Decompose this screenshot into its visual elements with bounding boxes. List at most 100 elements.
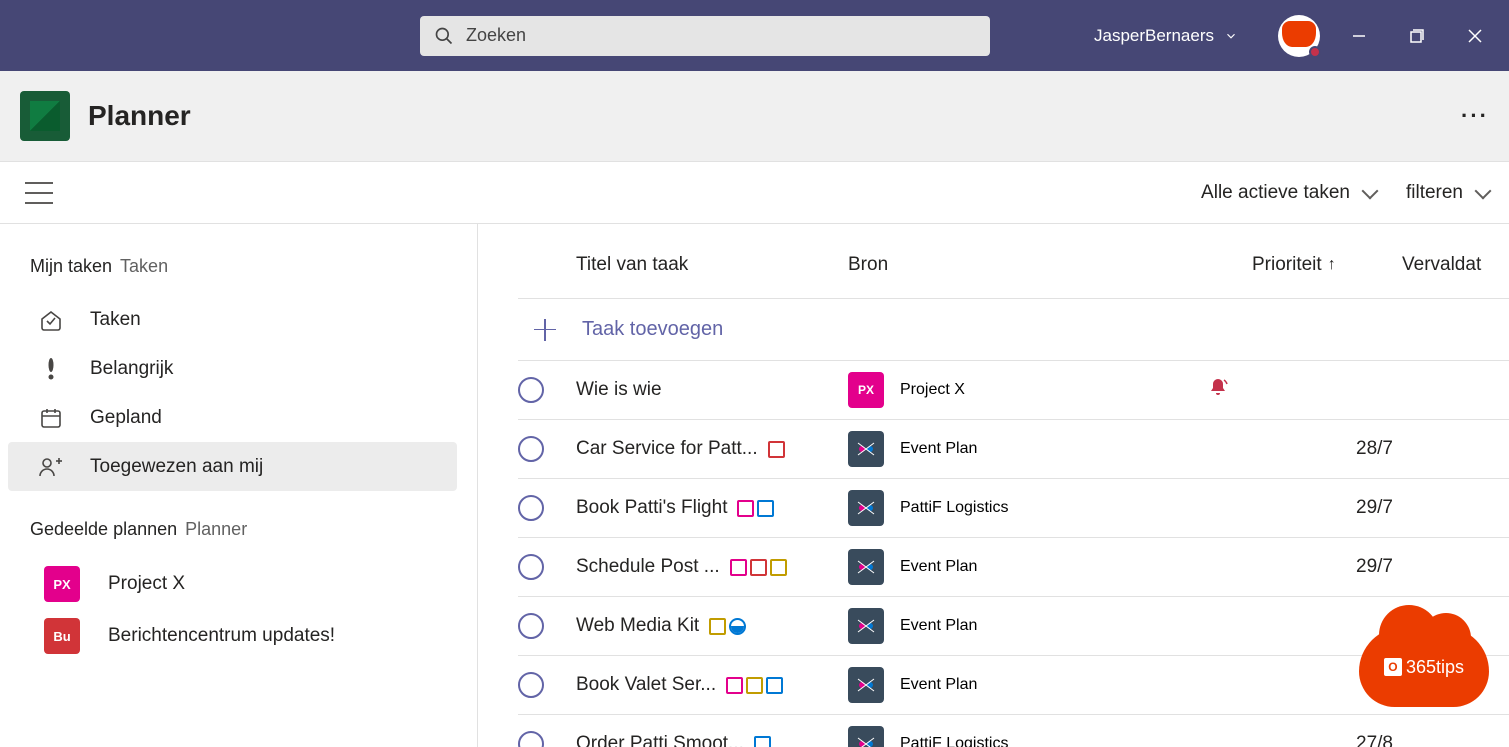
- sidebar-item-belangrijk[interactable]: Belangrijk: [8, 344, 457, 393]
- task-checkbox[interactable]: [518, 377, 544, 403]
- sidebar-item-label: Toegewezen aan mij: [90, 456, 263, 478]
- important-icon: [38, 356, 64, 382]
- app-header: Planner ···: [0, 71, 1509, 162]
- source-badge: [848, 726, 884, 747]
- task-due: 29/7: [1356, 497, 1393, 519]
- task-checkbox[interactable]: [518, 731, 544, 747]
- sort-ascending-icon: ↑: [1328, 256, 1336, 274]
- task-due: 27/8: [1356, 733, 1393, 747]
- table-row[interactable]: Order Patti Smoot... PattiF Logistics 27…: [518, 715, 1509, 747]
- task-checkbox[interactable]: [518, 554, 544, 580]
- task-source: Event Plan: [848, 549, 1206, 585]
- presence-badge: [1309, 46, 1321, 58]
- hamburger-button[interactable]: [25, 182, 53, 204]
- plus-icon: [534, 319, 556, 341]
- avatar[interactable]: [1278, 15, 1320, 57]
- user-menu[interactable]: JasperBernaers: [1094, 15, 1320, 57]
- source-badge: [848, 431, 884, 467]
- app-title: Planner: [88, 100, 191, 132]
- task-due: 29/7: [1356, 556, 1393, 578]
- task-checkbox[interactable]: [518, 672, 544, 698]
- source-badge: [848, 490, 884, 526]
- task-due: 28/7: [1356, 438, 1393, 460]
- title-bar: JasperBernaers: [0, 0, 1509, 71]
- source-badge: [848, 608, 884, 644]
- toolbar: Alle actieve taken filteren: [0, 162, 1509, 224]
- table-row[interactable]: Schedule Post ... Event Plan 29/7: [518, 538, 1509, 597]
- table-header: Titel van taak Bron Prioriteit↑ Vervalda…: [518, 254, 1509, 299]
- sidebar-plan-item[interactable]: BuBerichtencentrum updates!: [8, 610, 457, 662]
- task-checkbox[interactable]: [518, 495, 544, 521]
- task-source: PXProject X: [848, 372, 1206, 408]
- sidebar-item-toegewezen[interactable]: Toegewezen aan mij: [8, 442, 457, 491]
- add-task-label: Taak toevoegen: [582, 318, 723, 341]
- task-priority: [1206, 376, 1356, 405]
- search-input[interactable]: [466, 25, 976, 46]
- add-task-row[interactable]: Taak toevoegen: [518, 299, 1509, 361]
- table-row[interactable]: Web Media Kit Event Plan: [518, 597, 1509, 656]
- task-title: Order Patti Smoot...: [576, 733, 848, 747]
- sidebar-item-taken[interactable]: Taken: [8, 295, 457, 344]
- task-title: Car Service for Patt...: [576, 438, 848, 460]
- table-row[interactable]: Book Valet Ser... Event Plan: [518, 656, 1509, 715]
- close-button[interactable]: [1461, 22, 1489, 50]
- plan-badge: PX: [44, 566, 80, 602]
- col-due[interactable]: Vervaldat: [1402, 254, 1481, 276]
- category-tag: [746, 677, 763, 694]
- category-tag: [750, 559, 767, 576]
- task-title: Web Media Kit: [576, 615, 848, 637]
- more-button[interactable]: ···: [1461, 103, 1489, 129]
- assigned-icon: [38, 454, 64, 480]
- category-tag: [730, 559, 747, 576]
- category-tag: [709, 618, 726, 635]
- sidebar-item-label: Belangrijk: [90, 358, 173, 380]
- task-list: Titel van taak Bron Prioriteit↑ Vervalda…: [478, 224, 1509, 747]
- category-tag: [737, 500, 754, 517]
- task-source: PattiF Logistics: [848, 726, 1206, 747]
- task-source: PattiF Logistics: [848, 490, 1206, 526]
- calendar-icon: [38, 405, 64, 431]
- task-title: Book Patti's Flight: [576, 497, 848, 519]
- chevron-down-icon: [1224, 29, 1238, 43]
- task-checkbox[interactable]: [518, 436, 544, 462]
- plan-label: Project X: [108, 573, 185, 595]
- sidebar-section-shared: Gedeelde plannenPlanner: [30, 519, 457, 540]
- table-row[interactable]: Car Service for Patt... Event Plan 28/7: [518, 420, 1509, 479]
- filter-menu[interactable]: filteren: [1406, 182, 1489, 204]
- source-badge: [848, 549, 884, 585]
- task-source: Event Plan: [848, 431, 1206, 467]
- table-row[interactable]: Book Patti's Flight PattiF Logistics 29/…: [518, 479, 1509, 538]
- maximize-button[interactable]: [1403, 22, 1431, 50]
- category-tag: [726, 677, 743, 694]
- window-controls: [1345, 22, 1489, 50]
- sidebar-plan-item[interactable]: PX Project X: [8, 558, 457, 610]
- source-badge: PX: [848, 372, 884, 408]
- chevron-down-icon: [1475, 182, 1492, 199]
- sidebar: Mijn takenTaken Taken Belangrijk Gepland…: [0, 224, 478, 747]
- active-tasks-filter[interactable]: Alle actieve taken: [1201, 182, 1376, 204]
- task-source: Event Plan: [848, 667, 1206, 703]
- col-title[interactable]: Titel van taak: [576, 254, 848, 276]
- search-icon: [434, 26, 454, 46]
- col-priority[interactable]: Prioriteit↑: [1252, 254, 1402, 276]
- task-title: Wie is wie: [576, 379, 848, 401]
- category-tag: [754, 736, 771, 747]
- category-tag: [766, 677, 783, 694]
- home-icon: [38, 307, 64, 333]
- col-source[interactable]: Bron: [848, 254, 1252, 276]
- task-source: Event Plan: [848, 608, 1206, 644]
- urgent-icon: [1206, 376, 1230, 405]
- minimize-button[interactable]: [1345, 22, 1373, 50]
- table-row[interactable]: Wie is wie PXProject X: [518, 361, 1509, 420]
- sidebar-section-mytasks: Mijn takenTaken: [30, 256, 457, 277]
- category-tag: [757, 500, 774, 517]
- source-badge: [848, 667, 884, 703]
- category-tag: [768, 441, 785, 458]
- user-name: JasperBernaers: [1094, 26, 1214, 46]
- task-checkbox[interactable]: [518, 613, 544, 639]
- plan-label: Berichtencentrum updates!: [108, 625, 335, 647]
- sidebar-item-gepland[interactable]: Gepland: [8, 393, 457, 442]
- sidebar-item-label: Gepland: [90, 407, 162, 429]
- search-box[interactable]: [420, 16, 990, 56]
- category-tag: [770, 559, 787, 576]
